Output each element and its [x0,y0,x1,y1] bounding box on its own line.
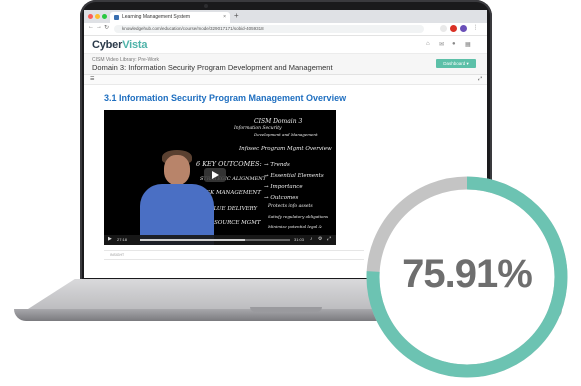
gauge-value-text: 75.91% [402,252,533,296]
mail-icon[interactable]: ✉ [439,41,444,48]
tab-title: Learning Management System [122,14,191,20]
address-bar: ← → ↻ knowledgehub.com/education/course/… [84,23,487,36]
board-text-topic: Infosec Program Mgmt Overview [239,146,332,152]
board-text-outcomes-item: → Outcomes [264,195,299,201]
profile-avatar-icon[interactable] [460,25,467,32]
divider [104,250,364,251]
lesson-title: 3.1 Information Security Program Managem… [104,93,347,103]
webcam-icon [204,4,208,8]
back-icon[interactable]: ← [88,24,94,30]
browser-tab-bar: Learning Management System × + [84,10,487,23]
bookmark-star-icon[interactable] [440,25,447,32]
board-text-satisfy: Satisfy regulatory obligations [268,214,329,219]
board-text-resource: RESOURCE MGMT [206,220,261,226]
progress-track[interactable] [140,239,290,241]
progress-fill [140,239,245,241]
maximize-window-dot[interactable] [102,14,107,19]
play-pause-icon[interactable]: ▶ [108,236,112,242]
reload-icon[interactable]: ↻ [104,24,109,31]
board-text-minimize: Minimize potential legal & [268,224,323,229]
url-field[interactable]: knowledgehub.com/education/course/mode/3… [114,25,424,33]
minimize-window-dot[interactable] [95,14,100,19]
board-text-protects: Protects info assets [268,204,313,209]
app-header: CyberVista ⌂ ✉ ● ▦ [84,36,487,54]
board-text-outcomes: 6 KEY OUTCOMES: [196,160,262,168]
favicon-icon [114,15,119,20]
section-label: INSIGHT [110,253,125,257]
video-player[interactable]: CISM Domain 3 Information Security Devel… [104,110,336,245]
extension-icon[interactable] [450,25,457,32]
forward-icon[interactable]: → [96,24,102,30]
board-text-importance: → Importance [264,184,303,190]
laptop-notch [250,307,322,312]
settings-gear-icon[interactable]: ⚙ [318,236,322,242]
board-text-header2: Information Security [234,126,282,131]
tab-close-icon[interactable]: × [223,12,226,23]
presenter-head [164,155,190,185]
dashboard-button[interactable]: Dashboard ▾ [436,59,476,68]
time-current: 27:18 [117,237,128,242]
new-tab-button[interactable]: + [234,11,239,20]
board-text-elements: → Essential Elements [264,173,324,179]
close-window-dot[interactable] [88,14,93,19]
fullscreen-video-icon[interactable]: ⤢ [327,236,331,242]
sidebar-toggle-icon[interactable]: ☰ [90,76,94,82]
content-toolbar: ☰ ⤢ [84,75,487,85]
volume-icon[interactable]: ♪ [310,236,313,242]
video-controls: ▶ 27:18 31:03 ♪ ⚙ ⤢ [104,235,336,245]
user-icon[interactable]: ● [452,41,456,47]
browser-tab[interactable]: Learning Management System × [110,12,230,23]
board-text-header3: Development and Management [254,132,318,137]
course-subheader: CISM Video Library: Pre-Work Domain 3: I… [84,54,487,75]
page-title: Domain 3: Information Security Program D… [92,63,333,72]
board-text-trends: → Trends [264,162,290,168]
fullscreen-icon[interactable]: ⤢ [478,76,482,82]
home-icon[interactable]: ⌂ [426,41,430,47]
cybervista-logo[interactable]: CyberVista [92,39,147,51]
time-total: 31:03 [294,237,305,242]
board-text-header: CISM Domain 3 [254,118,303,125]
menu-grid-icon[interactable]: ▦ [465,41,471,48]
dashboard-button-label: Dashboard [443,61,466,66]
play-icon[interactable] [204,168,226,182]
divider [104,259,364,260]
menu-icon[interactable]: ⋮ [472,25,479,32]
